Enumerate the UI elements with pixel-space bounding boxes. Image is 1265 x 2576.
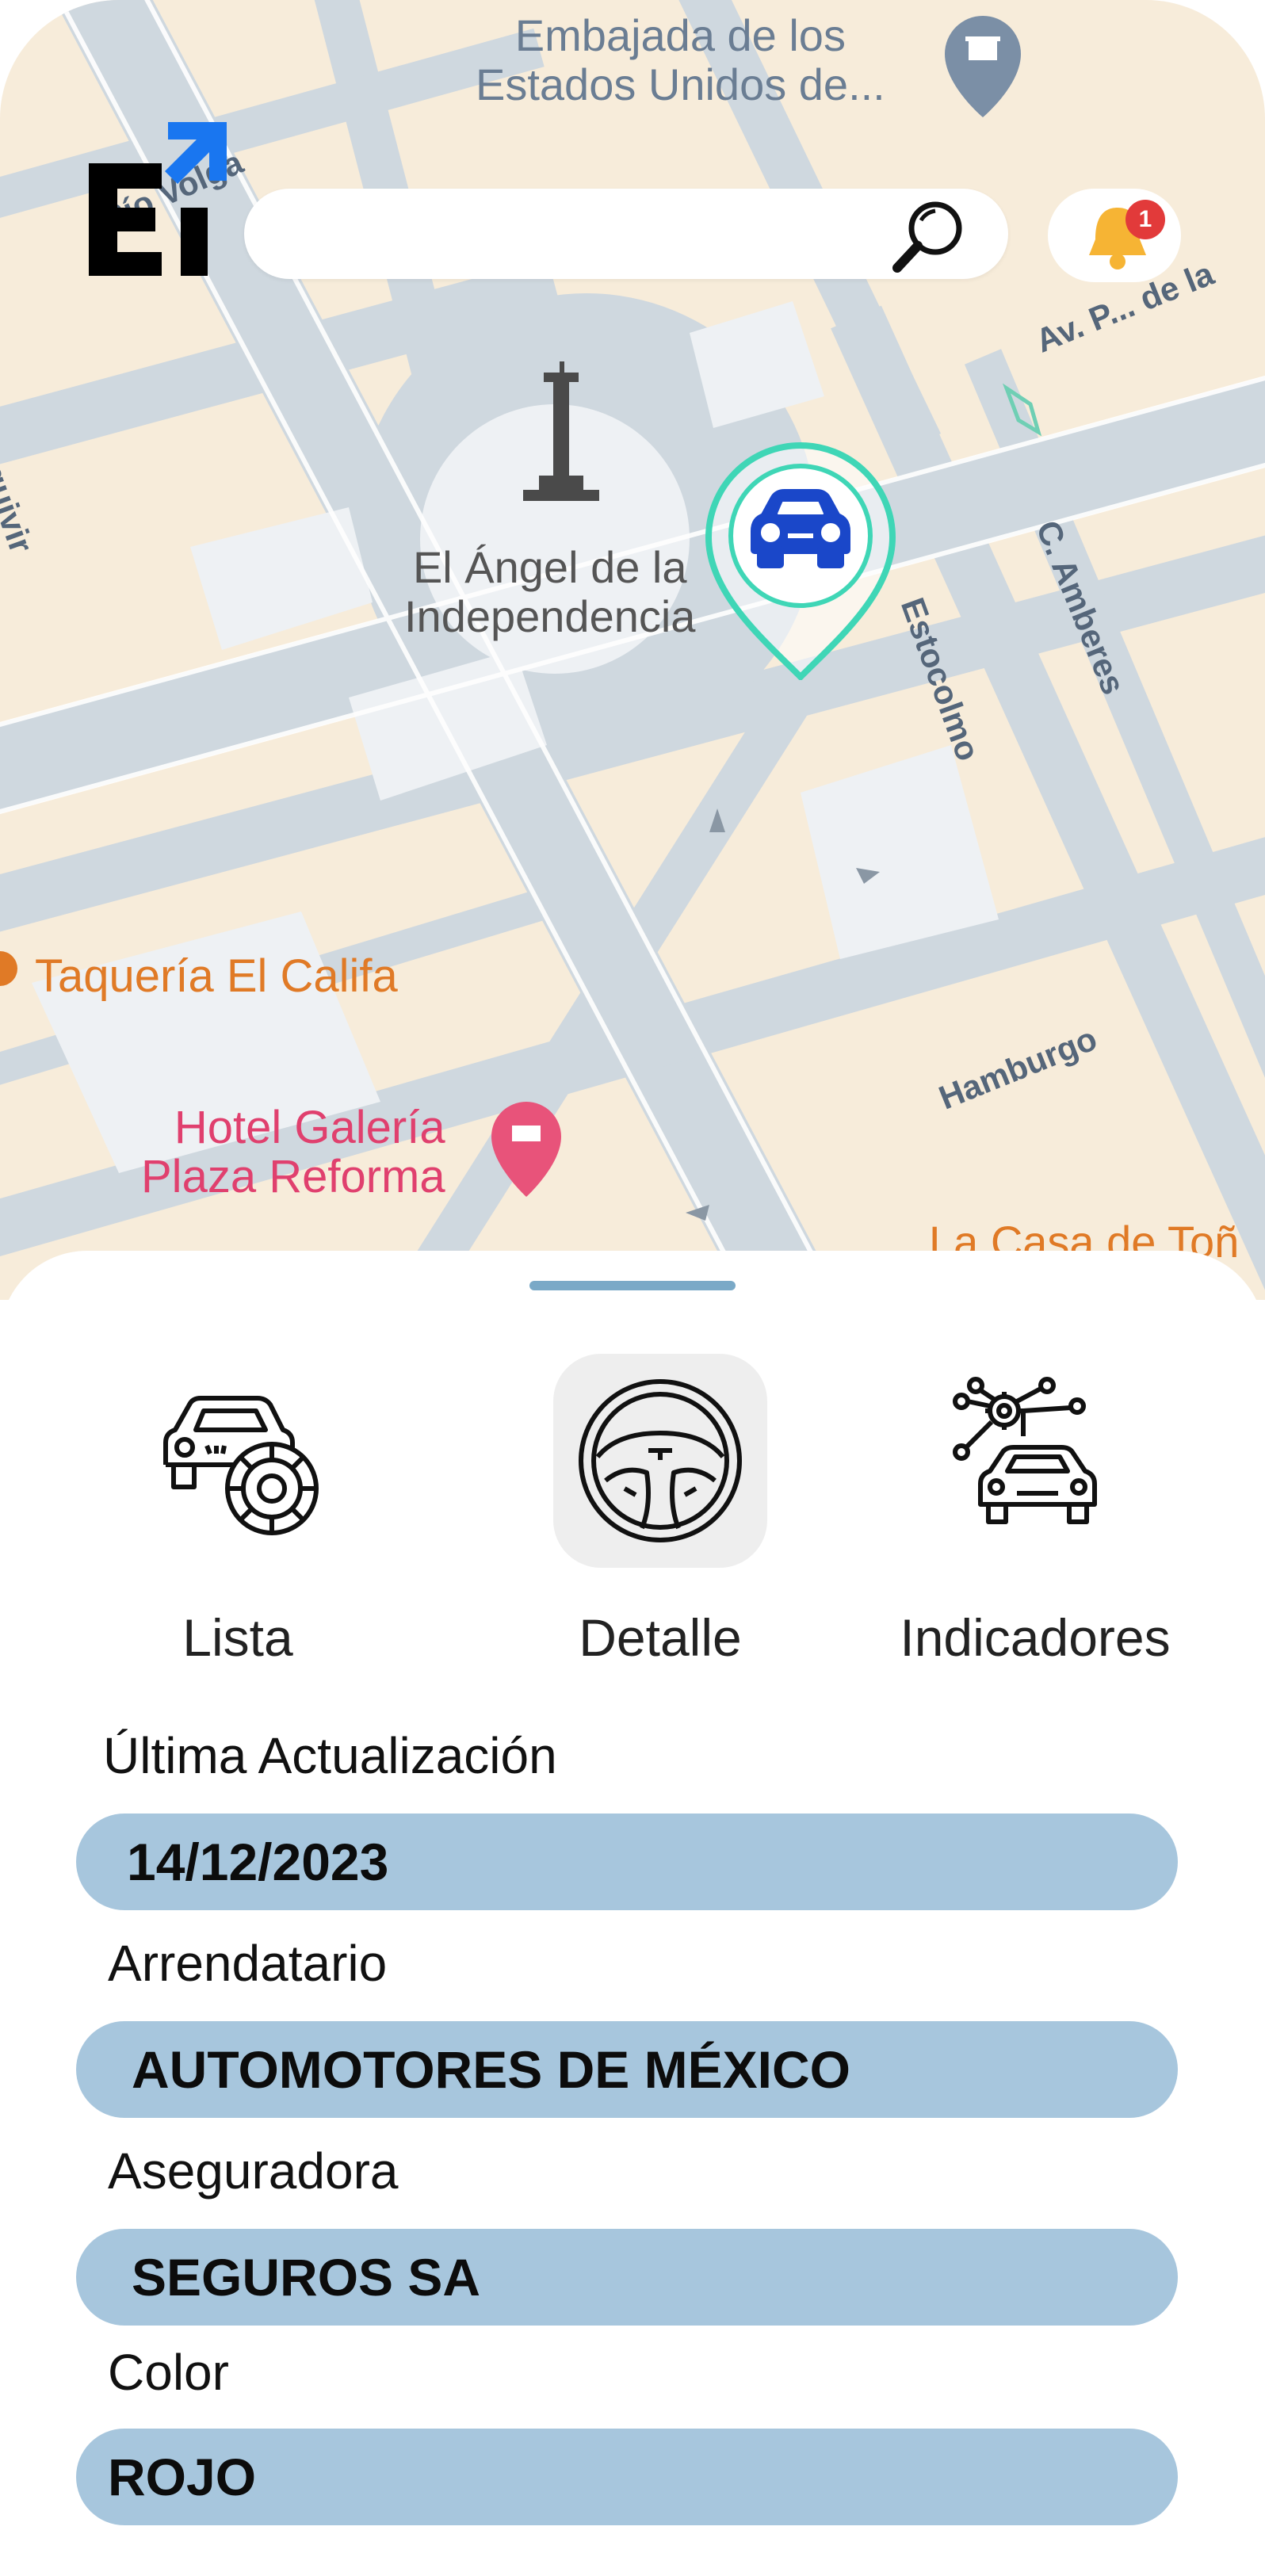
field-ultima-actualizacion: 14/12/2023 (76, 1814, 1178, 1910)
tab-detalle-label: Detalle (579, 1608, 742, 1667)
tab-indicadores-label: Indicadores (900, 1608, 1171, 1667)
field-color: ROJO (76, 2429, 1178, 2525)
field-value-ultima-actualizacion: 14/12/2023 (127, 1833, 389, 1891)
map-label-hotel: Hotel Galería Plaza Reforma (141, 1102, 445, 1202)
notification-badge: 1 (1126, 200, 1165, 239)
app-screen: Embajada de los Estados Unidos de... El … (0, 0, 1265, 2576)
search-input[interactable] (276, 204, 897, 265)
map-label-embassy: Embajada de los Estados Unidos de... (476, 10, 885, 109)
field-value-aseguradora: SEGUROS SA (132, 2248, 481, 2307)
tab-indicadores[interactable]: Indicadores (869, 1354, 1202, 1703)
notifications-button[interactable]: 1 (1048, 189, 1181, 282)
tab-detalle-icon-wrap (553, 1354, 767, 1568)
field-label-arrendatario: Arrendatario (108, 1935, 388, 1992)
car-icon (751, 489, 850, 568)
search-bar[interactable] (244, 189, 1008, 279)
map-label-taqueria: Taquería El Califa (35, 950, 398, 1002)
field-label-color: Color (108, 2344, 229, 2401)
search-icon[interactable] (888, 195, 970, 277)
field-value-color: ROJO (108, 2448, 257, 2506)
tab-detalle[interactable]: Detalle (494, 1354, 827, 1703)
tab-lista[interactable]: Lista (71, 1354, 404, 1703)
tab-lista-icon-wrap (131, 1354, 345, 1568)
tab-indicadores-icon-wrap (928, 1354, 1142, 1568)
car-network-icon (953, 1377, 1097, 1524)
vehicle-location-pin[interactable] (697, 434, 904, 682)
field-label-ultima-actualizacion: Última Actualización (103, 1727, 557, 1784)
field-aseguradora: SEGUROS SA (76, 2229, 1178, 2326)
map-label-angel: El Ángel de la Independencia (404, 542, 696, 641)
field-label-aseguradora: Aseguradora (108, 2142, 399, 2200)
sheet-drag-handle[interactable] (529, 1281, 736, 1290)
field-arrendatario: AUTOMOTORES DE MÉXICO (76, 2021, 1178, 2118)
bottom-sheet: Lista Detalle Indicadores Última Actuali… (0, 1251, 1265, 2576)
steering-wheel-icon (579, 1379, 742, 1542)
field-value-arrendatario: AUTOMOTORES DE MÉXICO (132, 2040, 850, 2099)
ei-logo: Ei (86, 119, 236, 285)
tab-lista-label: Lista (182, 1608, 293, 1667)
car-gear-icon (163, 1396, 319, 1535)
